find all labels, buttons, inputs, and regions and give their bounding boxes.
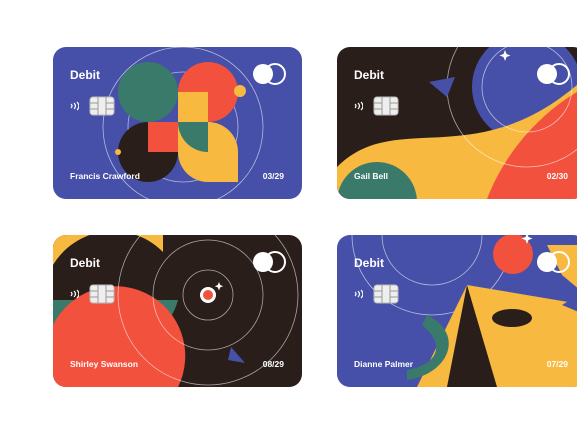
card-type-label: Debit [70, 256, 100, 270]
expiry-date: 02/30 [546, 171, 568, 181]
contactless-icon [354, 101, 363, 111]
contactless-icon [70, 289, 79, 299]
card-network-logo [253, 251, 286, 273]
expiry-date: 07/29 [546, 359, 568, 369]
expiry-date: 03/29 [262, 171, 284, 181]
chip-icon [373, 96, 399, 116]
chip-icon [89, 284, 115, 304]
cardholder-name: Dianne Palmer [354, 359, 414, 369]
contactless-icon [354, 289, 363, 299]
cardholder-name: Shirley Swanson [70, 359, 139, 369]
card-network-logo [253, 63, 286, 85]
card-network-logo [537, 251, 570, 273]
card-type-label: Debit [354, 68, 384, 82]
cardholder-name: Francis Crawford [70, 171, 140, 181]
debit-card-3[interactable]: Debit Shirley Swanson 08/29 [53, 235, 302, 387]
debit-card-4[interactable]: Debit Dianne Palmer 07/29 [337, 235, 577, 387]
debit-card-2[interactable]: Debit Gail Bell 02/30 [337, 47, 577, 199]
card-network-logo [537, 63, 570, 85]
chip-icon [373, 284, 399, 304]
chip-icon [89, 96, 115, 116]
card-type-label: Debit [70, 68, 100, 82]
card-type-label: Debit [354, 256, 384, 270]
contactless-icon [70, 101, 79, 111]
cardholder-name: Gail Bell [354, 171, 389, 181]
expiry-date: 08/29 [262, 359, 284, 369]
debit-card-1[interactable]: Debit Francis Crawford 03/29 [53, 47, 302, 199]
